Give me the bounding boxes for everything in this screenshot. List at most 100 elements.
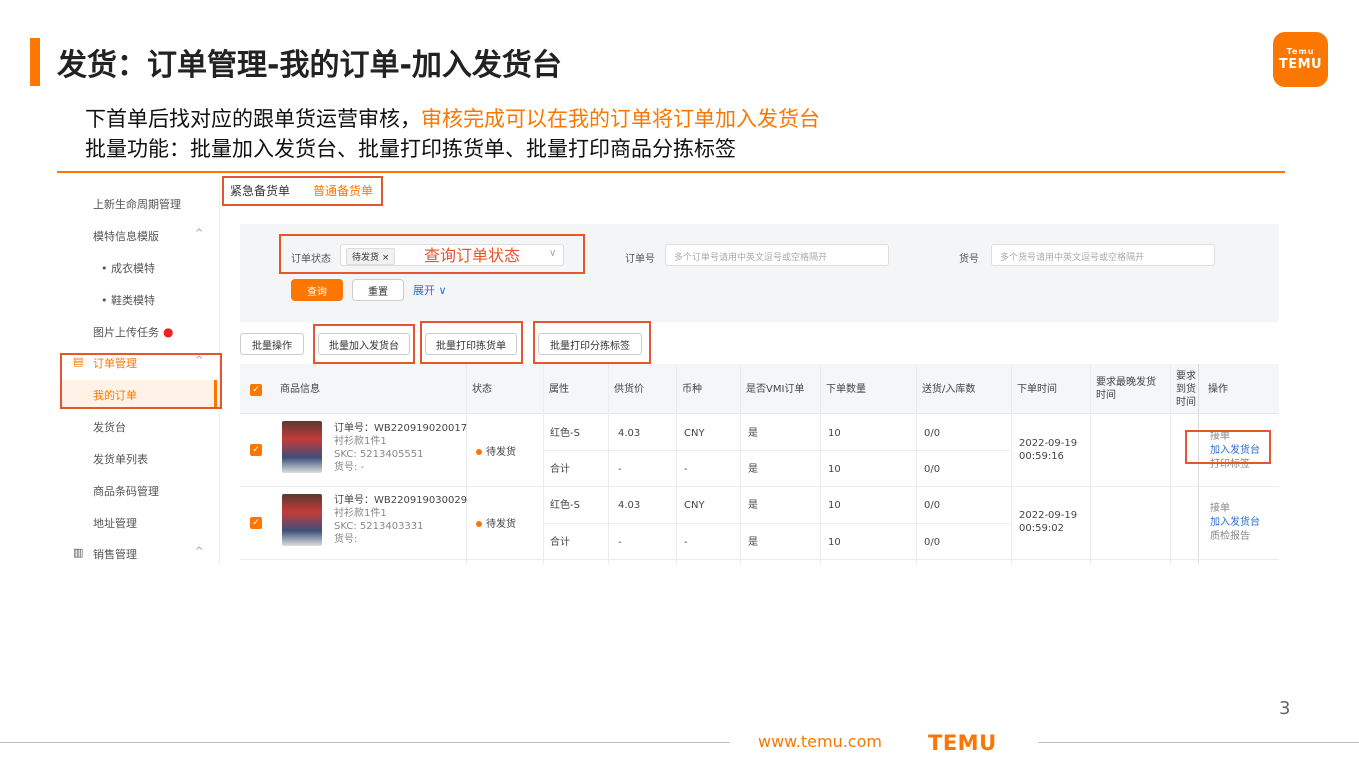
product-spec: 衬衫款1件1 (334, 436, 387, 447)
sidebar-item-apparel-model[interactable]: • 成衣模特 (101, 260, 155, 276)
footer-url[interactable]: www.temu.com (758, 732, 888, 752)
sidebar-item-shipping-station[interactable]: 发货台 (93, 419, 126, 435)
th-currency: 币种 (682, 383, 702, 395)
highlight-box-sidebar (60, 353, 222, 409)
sidebar-item-lifecycle[interactable]: 上新生命周期管理 (93, 196, 181, 212)
order-time-cell: 2022-09-19 00:59:16 (1019, 438, 1078, 462)
sidebar-item-label: 发货单列表 (93, 453, 148, 466)
column-divider (543, 364, 544, 564)
description-highlight: 审核完成可以在我的订单将订单加入发货台 (421, 107, 820, 131)
status-badge: 待发货 (476, 518, 516, 531)
product-skc: SKC: 5213403331 (334, 521, 424, 532)
sidebar-item-address[interactable]: 地址管理 (93, 515, 137, 531)
attribute-cell: 红色-S (550, 500, 580, 511)
orders-table: ✓ 商品信息 状态 属性 供货价 币种 是否VMI订单 下单数量 送货/入库数 … (240, 364, 1279, 564)
sku-label: 货号 (959, 254, 979, 265)
delivered-total-cell: 0/0 (924, 537, 941, 548)
status-text: 待发货 (486, 447, 516, 458)
add-to-station-link[interactable]: 加入发货台 (1210, 516, 1260, 529)
accept-order-link[interactable]: 接单 (1210, 502, 1230, 515)
description-text: 下首单后找对应的跟单货运营审核， (85, 107, 421, 131)
expand-button[interactable]: 展开 ∨ (413, 282, 447, 298)
notification-dot-icon: ● (163, 325, 174, 339)
attribute-total-cell: 合计 (550, 464, 570, 475)
slide-title: 发货：订单管理-我的订单-加入发货台 (57, 48, 562, 83)
column-divider (820, 364, 821, 564)
order-number: 订单号：WB220919020017 (334, 423, 468, 434)
sidebar-item-label: 图片上传任务 (93, 326, 159, 339)
logo-sub-text: Temu (1286, 47, 1315, 56)
order-time-cell: 2022-09-19 00:59:02 (1019, 510, 1078, 534)
delivered-total-cell: 0/0 (924, 464, 941, 475)
reset-button[interactable]: 重置 (352, 279, 404, 301)
sidebar-item-sales[interactable]: 销售管理 (93, 546, 137, 562)
query-button[interactable]: 查询 (291, 279, 343, 301)
currency-cell: CNY (684, 500, 705, 511)
row-checkbox[interactable]: ✓ (250, 444, 262, 456)
sidebar-item-label: • 成衣模特 (101, 262, 155, 275)
sales-chart-icon: ▥ (73, 546, 84, 559)
sidebar-item-label: 模特信息模版 (93, 230, 159, 243)
vmi-total-cell: 是 (748, 537, 758, 548)
sidebar-item-image-upload[interactable]: 图片上传任务 ● (93, 324, 173, 340)
temu-logo-badge: Temu TEMU (1273, 32, 1328, 87)
quantity-total-cell: 10 (828, 464, 841, 475)
sidebar-item-label: • 鞋类模特 (101, 294, 155, 307)
status-dot-icon (476, 521, 482, 527)
column-divider (466, 364, 467, 564)
attribute-total-cell: 合计 (550, 537, 570, 548)
currency-total-cell: - (684, 537, 688, 548)
sidebar-item-model-template[interactable]: 模特信息模版 (93, 228, 159, 244)
sidebar-item-barcode[interactable]: 商品条码管理 (93, 483, 159, 499)
batch-operation-button[interactable]: 批量操作 (240, 333, 304, 355)
chevron-up-icon[interactable]: ^ (195, 228, 203, 239)
price-total-cell: - (618, 464, 622, 475)
highlight-box-tabs (222, 176, 383, 206)
order-no-input[interactable]: 多个订单号请用中英文逗号或空格隔开 (665, 244, 889, 266)
status-badge: 待发货 (476, 446, 516, 459)
product-spec: 衬衫款1件1 (334, 508, 387, 519)
vmi-cell: 是 (748, 428, 758, 439)
order-number: 订单号：WB220919030029 (334, 495, 468, 506)
sku-input[interactable]: 多个货号请用中英文逗号或空格隔开 (991, 244, 1215, 266)
highlight-box-status (279, 234, 585, 274)
delivered-cell: 0/0 (924, 428, 941, 439)
row-checkbox[interactable]: ✓ (250, 517, 262, 529)
price-total-cell: - (618, 537, 622, 548)
sidebar-item-shipment-list[interactable]: 发货单列表 (93, 451, 148, 467)
column-divider (916, 364, 917, 564)
product-skc: SKC: 5213405551 (334, 449, 424, 460)
highlight-box-print-picking (420, 321, 523, 364)
row-divider (543, 450, 1010, 451)
footer-divider-right (1038, 742, 1359, 743)
quality-report-link[interactable]: 质检报告 (1210, 530, 1250, 543)
column-divider (1170, 364, 1171, 564)
row-divider (240, 559, 1279, 560)
highlight-box-add-station (313, 324, 415, 364)
row-divider (543, 523, 1010, 524)
quantity-cell: 10 (828, 500, 841, 511)
th-latest-ship-time: 要求最晚发货时间 (1096, 377, 1156, 401)
status-text: 待发货 (486, 519, 516, 530)
th-attribute: 属性 (549, 383, 569, 395)
seller-center-screenshot: 上新生命周期管理 模特信息模版 ^ • 成衣模特 • 鞋类模特 图片上传任务 ● … (57, 174, 1285, 564)
sidebar-item-label: 上新生命周期管理 (93, 198, 181, 211)
column-divider (676, 364, 677, 564)
highlight-box-print-labels (533, 321, 651, 364)
select-all-checkbox[interactable]: ✓ (250, 384, 262, 396)
column-divider (740, 364, 741, 564)
sidebar-item-shoe-model[interactable]: • 鞋类模特 (101, 292, 155, 308)
vmi-cell: 是 (748, 500, 758, 511)
currency-total-cell: - (684, 464, 688, 475)
row-divider (240, 486, 1279, 487)
product-thumbnail (282, 494, 322, 546)
sidebar-item-label: 发货台 (93, 421, 126, 434)
description-line-1: 下首单后找对应的跟单货运营审核，审核完成可以在我的订单将订单加入发货台 (85, 103, 820, 133)
product-sku: 货号: (334, 534, 358, 545)
th-status: 状态 (472, 383, 492, 395)
quantity-total-cell: 10 (828, 537, 841, 548)
chevron-up-icon[interactable]: ^ (195, 546, 203, 557)
sidebar-item-label: 销售管理 (93, 548, 137, 561)
column-divider (608, 364, 609, 564)
footer-logo: TEMU (928, 731, 997, 755)
